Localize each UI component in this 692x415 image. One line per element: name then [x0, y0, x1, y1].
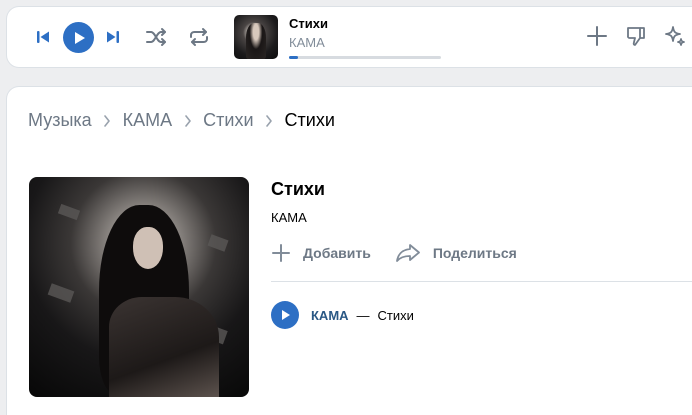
repeat-icon [190, 28, 208, 46]
share-icon [395, 244, 420, 262]
play-icon [74, 31, 85, 44]
share-button-label: Поделиться [432, 245, 517, 261]
shuffle-icon [146, 28, 166, 46]
track-artist-link[interactable]: КАМА [311, 308, 349, 323]
track-cover-thumbnail[interactable] [234, 15, 278, 59]
add-to-library-button[interactable] [584, 23, 610, 49]
dislike-icon [627, 27, 645, 46]
previous-icon [37, 31, 49, 43]
playback-progress-fill [289, 56, 299, 59]
album-cover[interactable] [29, 177, 249, 397]
album-title: Стихи [271, 179, 325, 199]
chevron-right-icon [92, 114, 123, 127]
audio-player-bar: Стихи КАМА [7, 7, 692, 67]
chevron-right-icon [172, 114, 203, 127]
breadcrumb: Музыка КАМА Стихи Стихи [28, 110, 335, 131]
play-icon [282, 310, 290, 320]
plus-icon [587, 26, 607, 46]
album-page-card: Музыка КАМА Стихи Стихи Стихи КАМА Добав… [7, 87, 692, 415]
breadcrumb-album[interactable]: Стихи [203, 110, 253, 131]
cover-face [133, 227, 163, 269]
track-row[interactable]: КАМА — Стихи [271, 301, 414, 329]
track-separator: — [356, 307, 370, 323]
track-play-button[interactable] [271, 301, 299, 329]
player-track-title[interactable]: Стихи [289, 16, 328, 31]
breadcrumb-music[interactable]: Музыка [28, 110, 92, 131]
shuffle-button[interactable] [144, 25, 168, 49]
add-button-label: Добавить [303, 245, 371, 261]
cover-shard [57, 203, 81, 221]
track-title: Стихи [377, 307, 414, 323]
divider [271, 281, 692, 282]
previous-track-button[interactable] [33, 27, 53, 47]
add-button[interactable]: Добавить [271, 243, 371, 263]
cover-body [109, 297, 219, 397]
chevron-right-icon [254, 114, 285, 127]
play-button[interactable] [63, 22, 94, 53]
next-track-button[interactable] [103, 27, 123, 47]
breadcrumb-artist[interactable]: КАМА [123, 110, 173, 131]
cover-shard [47, 283, 75, 303]
album-actions: Добавить Поделиться [271, 243, 517, 263]
cover-shard [207, 234, 229, 252]
share-button[interactable]: Поделиться [395, 243, 517, 263]
plus-icon [272, 244, 290, 262]
repeat-button[interactable] [187, 25, 211, 49]
cover-figure [246, 23, 266, 59]
next-icon [107, 31, 119, 43]
recommendations-button[interactable] [662, 23, 688, 49]
player-track-artist[interactable]: КАМА [289, 35, 325, 50]
sparkle-icon [665, 26, 685, 46]
album-artist[interactable]: КАМА [271, 210, 307, 225]
dislike-button[interactable] [623, 23, 649, 49]
playback-progress-bar[interactable] [289, 56, 441, 59]
breadcrumb-current: Стихи [284, 110, 335, 130]
